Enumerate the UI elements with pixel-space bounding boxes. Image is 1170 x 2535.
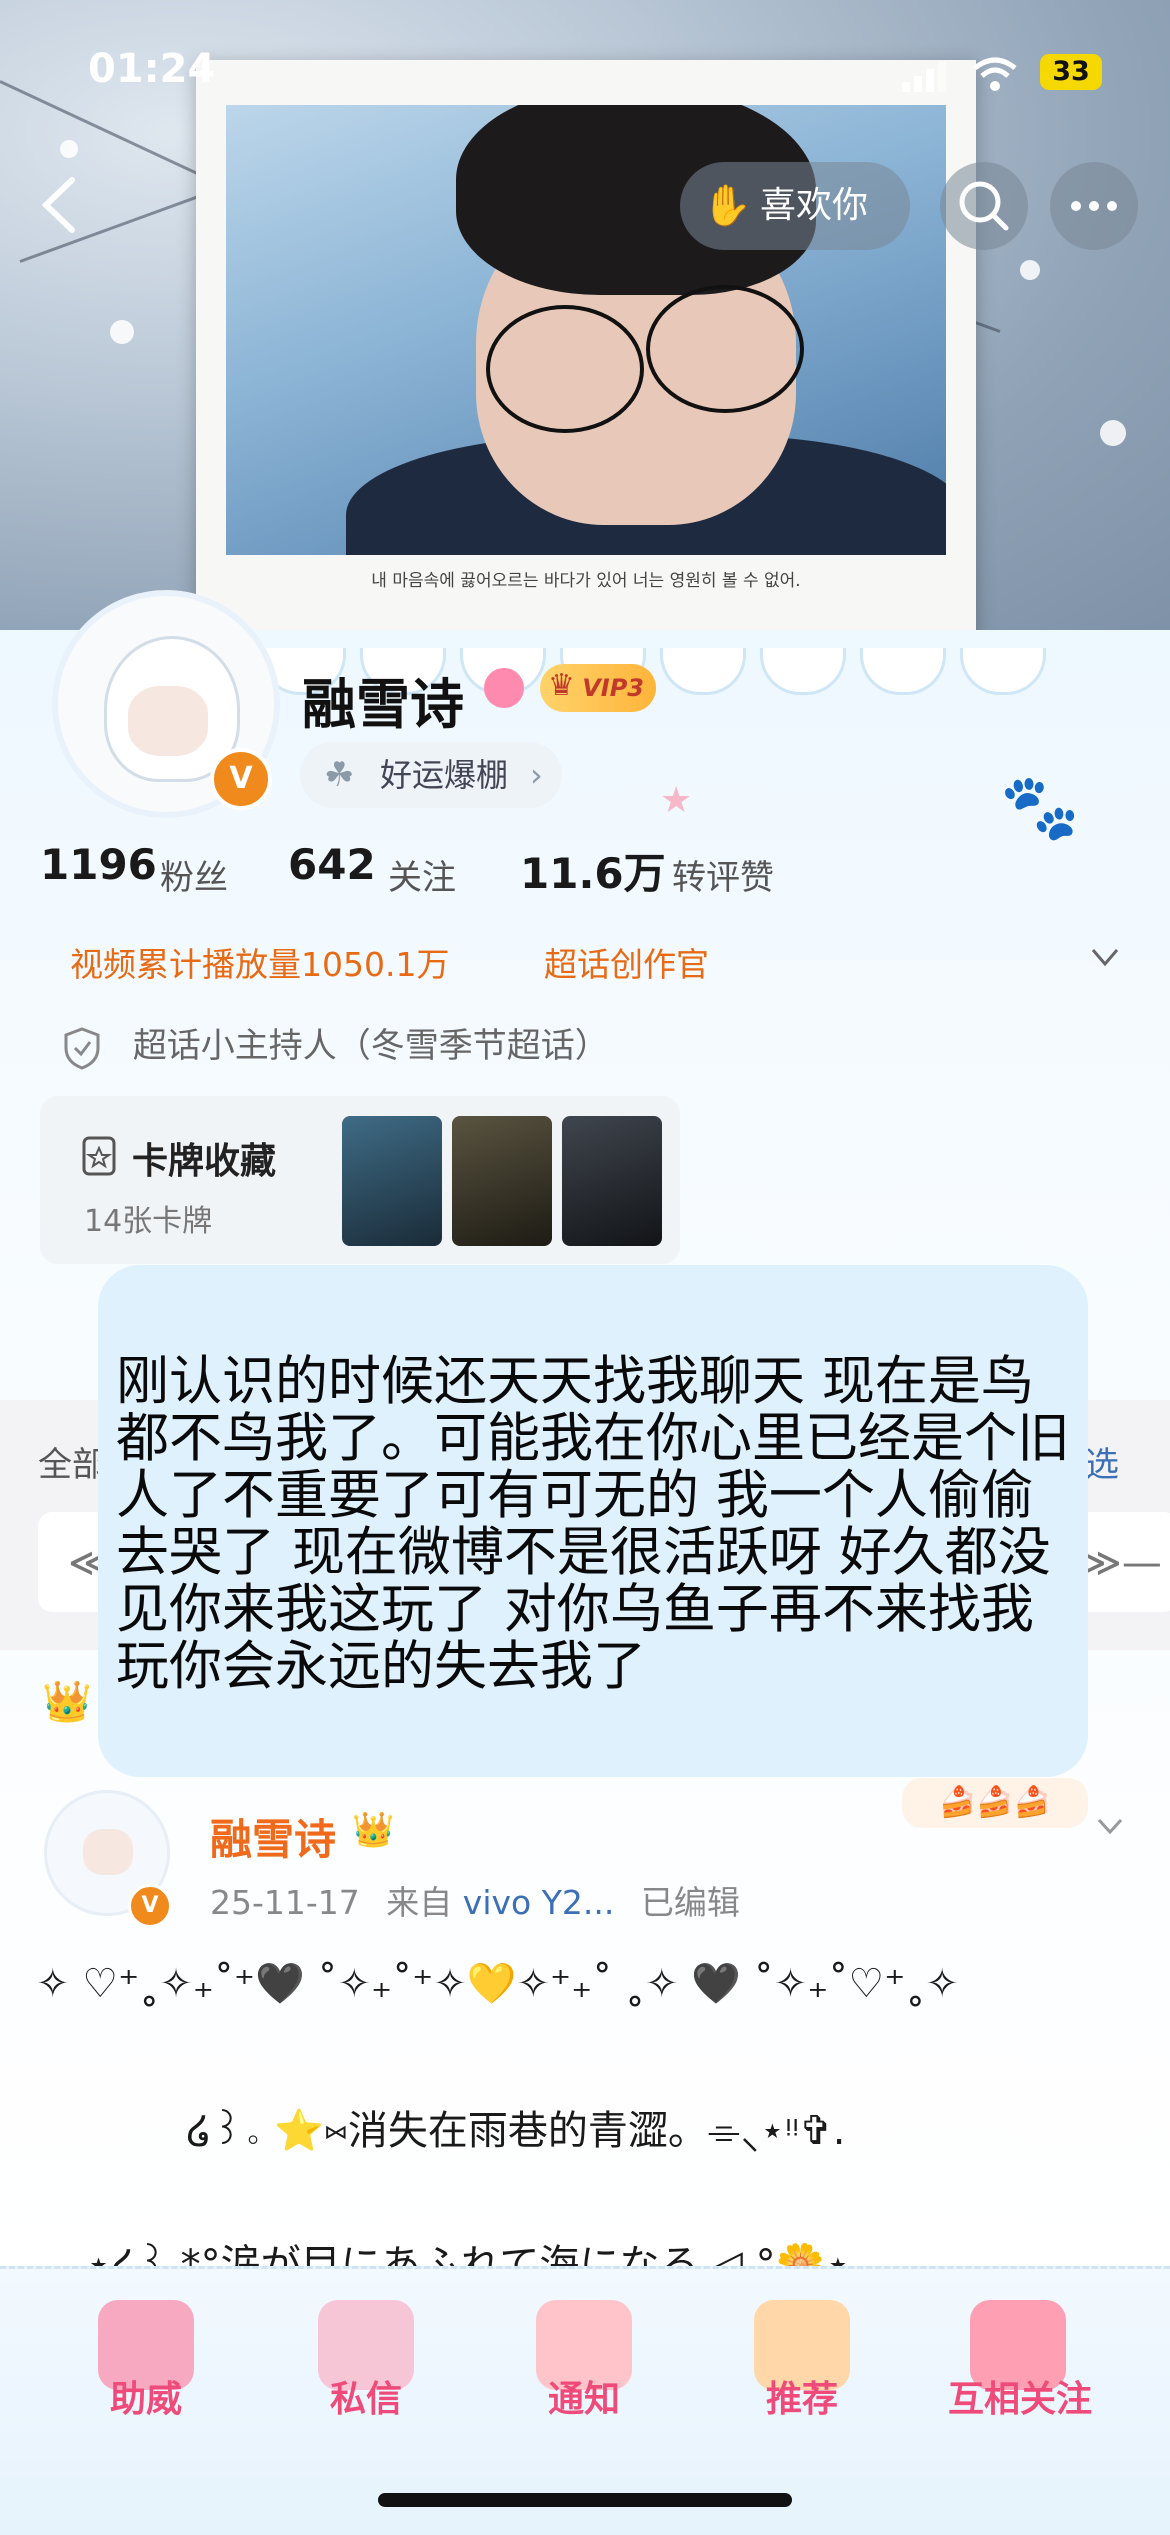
tab-recommend[interactable]: 推荐 (754, 2370, 850, 2422)
more-button[interactable] (1050, 162, 1138, 250)
creator-tag[interactable]: 超话创作官 (544, 938, 709, 986)
cover-photo-frame: 내 마음속에 끓어오르는 바다가 있어 너는 영원히 볼 수 없어. (196, 60, 976, 644)
more-dots-icon (1071, 201, 1117, 211)
tab-notifications[interactable]: 通知 (536, 2370, 632, 2422)
hand-heart-icon: ✋ (702, 183, 752, 229)
card-thumbnail[interactable] (562, 1116, 662, 1246)
status-text: 好运爆棚 (380, 756, 509, 794)
search-button[interactable] (940, 162, 1028, 250)
snow-dot (60, 140, 78, 158)
verified-badge: V (210, 748, 272, 810)
card-thumbnail[interactable] (452, 1116, 552, 1246)
vip-badge-label: VIP3 (582, 674, 644, 702)
search-icon (959, 181, 1009, 231)
tab-mutual-follow[interactable]: 互相关注 (940, 2370, 1100, 2422)
followers-label[interactable]: 粉丝 (160, 850, 228, 899)
cover-caption: 내 마음속에 끓어오르는 바다가 있어 너는 영원히 볼 수 없어. (371, 571, 801, 591)
engagement-label: 转评赞 (672, 858, 774, 898)
clover-icon: ☘ (324, 755, 355, 795)
post-vip-crown-icon: 👑 (352, 1810, 395, 1850)
home-indicator (378, 2493, 792, 2507)
following-count[interactable]: 642 (288, 840, 376, 889)
super-topic-badge-icon[interactable] (484, 668, 524, 708)
card-icon (82, 1136, 116, 1176)
status-pill[interactable]: ☘ 好运爆棚 › (300, 742, 562, 808)
status-time: 01:24 (88, 46, 216, 92)
chevron-down-icon[interactable] (1090, 942, 1120, 972)
like-button-label: 喜欢你 (760, 185, 869, 226)
overlay-message-bubble: 刚认识的时候还天天找我聊天 现在是鸟都不鸟我了。可能我在你心里已经是个旧人了不重… (98, 1265, 1088, 1777)
tab-all[interactable]: 全部 (38, 1437, 106, 1486)
following-label[interactable]: 关注 (388, 850, 456, 899)
snow-dot (1020, 260, 1040, 280)
snow-dot (1100, 420, 1126, 446)
post-text-line: ⋆໒꒱ *°涙が目にあふれて海になる ◁ °🌼⋆ (86, 2242, 851, 2266)
tab-messages[interactable]: 私信 (318, 2370, 414, 2422)
post-meta: 25-11-17 来自 vivo Y2... 已编辑 (210, 1876, 740, 1924)
like-button[interactable]: ✋ 喜欢你 (680, 162, 910, 250)
card-collection-title: 卡牌收藏 (132, 1141, 277, 1182)
right-quote-decoration-icon: ≫— (1080, 1540, 1162, 1586)
card-thumbnail[interactable] (342, 1116, 442, 1246)
crown-icon: ♛ (548, 668, 575, 703)
star-icon: ★ (660, 780, 693, 821)
followers-count[interactable]: 1196 (40, 840, 157, 889)
wifi-icon (973, 57, 1017, 91)
tab-cheer[interactable]: 助威 (98, 2370, 194, 2422)
post-device[interactable]: vivo Y2... (463, 1883, 615, 1922)
card-collection-count: 14张卡牌 (84, 1204, 213, 1239)
engagement-count[interactable]: 11.6万 (520, 840, 666, 901)
post-text-line: ✧ ♡⁺˳✧₊˚⁺🖤 ˚✧₊˚⁺✧💛✧⁺₊˚ ˳✧ 🖤 ˚✧₊˚♡⁺˳✧ (36, 1961, 959, 2007)
top-post-crown-icon: 👑 (42, 1679, 92, 1725)
post-date: 25-11-17 (210, 1883, 360, 1922)
super-topic-host-row[interactable]: 超话小主持人（冬雪季节超话） (62, 1018, 609, 1070)
chevron-left-icon (41, 177, 75, 233)
post-chevron-down-icon[interactable] (1096, 1812, 1124, 1840)
snow-dot (110, 320, 134, 344)
filter-button[interactable]: 选 (1085, 1437, 1119, 1486)
chevron-right-icon: › (530, 756, 543, 794)
paw-icon: 🐾 (1000, 771, 1080, 845)
cake-sticker-decoration: 🍰🍰🍰 (902, 1778, 1088, 1828)
cellular-signal-icon (902, 62, 946, 92)
host-row-text: 超话小主持人（冬雪季节超话） (132, 1026, 609, 1066)
shield-icon (64, 1026, 100, 1070)
post-verified-badge: V (128, 1884, 172, 1928)
profile-cover: 내 마음속에 끓어오르는 바다가 있어 너는 영원히 볼 수 없어. (0, 0, 1170, 660)
back-button[interactable] (30, 170, 90, 240)
video-views-tag[interactable]: 视频累计播放量1050.1万 (70, 938, 449, 986)
post-author-name[interactable]: 融雪诗 (210, 1806, 336, 1867)
post-edited-label[interactable]: 已编辑 (641, 1883, 740, 1922)
battery-indicator: 33 (1040, 54, 1102, 90)
vip-badge[interactable]: ♛ VIP3 (540, 664, 656, 712)
post-text-line: ໒꒱。⭐️⑅消失在雨巷的青澀。⌯⸜⋆ᵎᵎ✞. (186, 2108, 846, 2154)
post-source-prefix: 来自 (386, 1883, 453, 1922)
overlay-message-text: 刚认识的时候还天天找我聊天 现在是鸟都不鸟我了。可能我在你心里已经是个旧人了不重… (116, 1351, 1070, 1697)
user-name: 融雪诗 (302, 673, 464, 736)
